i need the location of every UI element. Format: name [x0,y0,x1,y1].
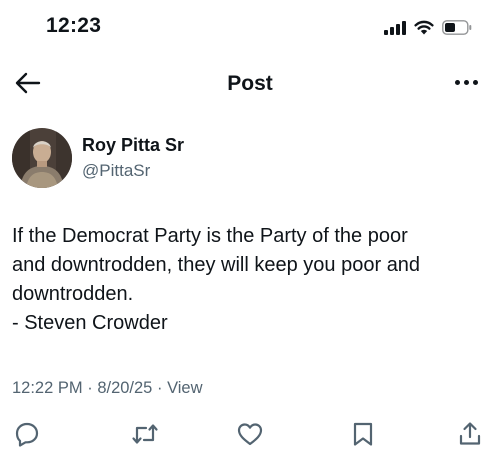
more-horizontal-icon [464,80,469,85]
bookmark-button[interactable] [348,421,378,451]
post-author: Roy Pitta Sr @PittaSr [12,128,488,192]
bookmark-icon [351,421,375,452]
author-name[interactable]: Roy Pitta Sr [82,135,184,156]
repost-button[interactable] [130,421,160,451]
action-bar [0,421,500,453]
status-bar: 12:23 [0,0,500,60]
share-button[interactable] [455,421,485,451]
author-handle[interactable]: @PittaSr [82,161,150,181]
meta-separator: · [156,379,163,397]
more-horizontal-icon [473,80,478,85]
like-icon [236,421,264,452]
status-time: 12:23 [46,14,102,37]
share-icon [457,421,483,452]
more-options-button[interactable] [455,80,478,85]
reply-button[interactable] [12,421,42,451]
battery-icon [442,20,472,40]
post-meta: 12:22 PM · 8/20/25 · View [12,379,203,398]
nav-bar: Post [0,60,500,110]
post-text: If the Democrat Party is the Party of th… [12,222,480,338]
meta-separator: · [87,379,93,397]
post-text-line: - Steven Crowder [12,312,168,334]
cellular-signal-icon [384,20,406,40]
status-icons [384,20,472,40]
post-text-line: and downtrodden, they will keep you poor… [12,254,421,276]
more-horizontal-icon [455,80,460,85]
page-title: Post [227,72,273,95]
post-date: 8/20/25 [97,379,153,397]
post-text-line: If the Democrat Party is the Party of th… [12,225,408,247]
post-time: 12:22 PM [12,379,83,397]
repost-icon [131,421,159,452]
reply-icon [14,421,40,452]
view-link[interactable]: View [167,379,202,397]
wifi-icon [414,20,434,40]
post-text-line: downtrodden. [12,283,134,305]
like-button[interactable] [235,421,265,451]
avatar[interactable] [12,128,72,188]
